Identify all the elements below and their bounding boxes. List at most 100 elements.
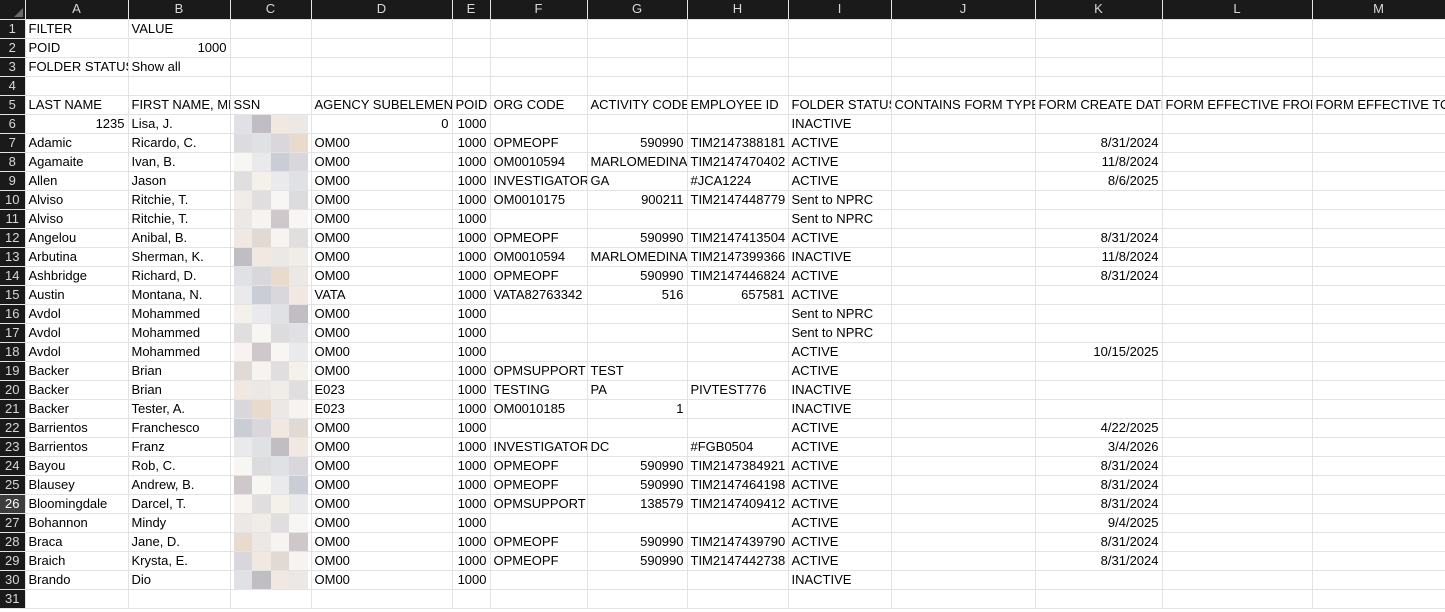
cell-a19[interactable]: Backer [25, 361, 129, 381]
cell-d24[interactable]: OM00 [311, 456, 453, 476]
cell-e12[interactable]: 1000 [452, 228, 491, 248]
cell-g23[interactable]: DC [587, 437, 688, 457]
cell-j2[interactable] [891, 38, 1036, 58]
cell-g8[interactable]: MARLOMEDINA [587, 152, 688, 172]
cell-j18[interactable] [891, 342, 1036, 362]
row-header-5[interactable]: 5 [0, 95, 26, 115]
cell-i13[interactable]: INACTIVE [788, 247, 892, 267]
row-header-10[interactable]: 10 [0, 190, 26, 210]
cell-f15[interactable]: VATA82763342 [490, 285, 588, 305]
cell-b20[interactable]: Brian [128, 380, 231, 400]
cell-g14[interactable]: 590990 [587, 266, 688, 286]
cell-c1[interactable] [230, 19, 312, 39]
cell-l1[interactable] [1162, 19, 1313, 39]
cell-i20[interactable]: INACTIVE [788, 380, 892, 400]
cell-i27[interactable]: ACTIVE [788, 513, 892, 533]
row-header-31[interactable]: 31 [0, 589, 26, 609]
cell-a12[interactable]: Angelou [25, 228, 129, 248]
cell-l5[interactable]: FORM EFFECTIVE FROM [1162, 95, 1313, 115]
row-header-13[interactable]: 13 [0, 247, 26, 267]
cell-g10[interactable]: 900211 [587, 190, 688, 210]
cell-a17[interactable]: Avdol [25, 323, 129, 343]
cell-i21[interactable]: INACTIVE [788, 399, 892, 419]
cell-m16[interactable] [1312, 304, 1445, 324]
cell-d28[interactable]: OM00 [311, 532, 453, 552]
cell-b10[interactable]: Ritchie, T. [128, 190, 231, 210]
cell-i7[interactable]: ACTIVE [788, 133, 892, 153]
cell-k25[interactable]: 8/31/2024 [1035, 475, 1163, 495]
cell-m14[interactable] [1312, 266, 1445, 286]
cell-l13[interactable] [1162, 247, 1313, 267]
cell-m13[interactable] [1312, 247, 1445, 267]
cell-f1[interactable] [490, 19, 588, 39]
row-header-1[interactable]: 1 [0, 19, 26, 39]
cell-j15[interactable] [891, 285, 1036, 305]
cell-m19[interactable] [1312, 361, 1445, 381]
cell-c2[interactable] [230, 38, 312, 58]
row-header-22[interactable]: 22 [0, 418, 26, 438]
cell-d25[interactable]: OM00 [311, 475, 453, 495]
row-header-19[interactable]: 19 [0, 361, 26, 381]
cell-j28[interactable] [891, 532, 1036, 552]
cell-b30[interactable]: Dio [128, 570, 231, 590]
cell-a5[interactable]: LAST NAME [25, 95, 129, 115]
cell-d17[interactable]: OM00 [311, 323, 453, 343]
cell-k11[interactable] [1035, 209, 1163, 229]
cell-b15[interactable]: Montana, N. [128, 285, 231, 305]
cell-a11[interactable]: Alviso [25, 209, 129, 229]
cell-l4[interactable] [1162, 76, 1313, 96]
cell-g7[interactable]: 590990 [587, 133, 688, 153]
row-header-6[interactable]: 6 [0, 114, 26, 134]
cell-m18[interactable] [1312, 342, 1445, 362]
cell-j19[interactable] [891, 361, 1036, 381]
cell-g12[interactable]: 590990 [587, 228, 688, 248]
cell-j6[interactable] [891, 114, 1036, 134]
cell-b11[interactable]: Ritchie, T. [128, 209, 231, 229]
cell-l23[interactable] [1162, 437, 1313, 457]
cell-j24[interactable] [891, 456, 1036, 476]
column-header-g[interactable]: G [587, 0, 688, 20]
cell-f11[interactable] [490, 209, 588, 229]
cell-i19[interactable]: ACTIVE [788, 361, 892, 381]
row-header-28[interactable]: 28 [0, 532, 26, 552]
cell-k7[interactable]: 8/31/2024 [1035, 133, 1163, 153]
cell-m6[interactable] [1312, 114, 1445, 134]
cell-e24[interactable]: 1000 [452, 456, 491, 476]
cell-g25[interactable]: 590990 [587, 475, 688, 495]
select-all-corner[interactable] [0, 0, 26, 20]
cell-k17[interactable] [1035, 323, 1163, 343]
column-header-c[interactable]: C [230, 0, 312, 20]
cell-e6[interactable]: 1000 [452, 114, 491, 134]
cell-m2[interactable] [1312, 38, 1445, 58]
cell-l18[interactable] [1162, 342, 1313, 362]
cell-f24[interactable]: OPMEOPF [490, 456, 588, 476]
cell-l29[interactable] [1162, 551, 1313, 571]
cell-k12[interactable]: 8/31/2024 [1035, 228, 1163, 248]
cell-d27[interactable]: OM00 [311, 513, 453, 533]
cell-j17[interactable] [891, 323, 1036, 343]
cell-b13[interactable]: Sherman, K. [128, 247, 231, 267]
cell-d21[interactable]: E023 [311, 399, 453, 419]
column-header-d[interactable]: D [311, 0, 453, 20]
cell-e9[interactable]: 1000 [452, 171, 491, 191]
cell-g29[interactable]: 590990 [587, 551, 688, 571]
row-header-17[interactable]: 17 [0, 323, 26, 343]
cell-d29[interactable]: OM00 [311, 551, 453, 571]
column-header-l[interactable]: L [1162, 0, 1313, 20]
column-header-f[interactable]: F [490, 0, 588, 20]
cell-g31[interactable] [587, 589, 688, 609]
cell-k24[interactable]: 8/31/2024 [1035, 456, 1163, 476]
cell-m3[interactable] [1312, 57, 1445, 77]
ssn-redacted-cell[interactable] [230, 228, 312, 248]
cell-e18[interactable]: 1000 [452, 342, 491, 362]
cell-f8[interactable]: OM0010594 [490, 152, 588, 172]
cell-l22[interactable] [1162, 418, 1313, 438]
ssn-redacted-cell[interactable] [230, 513, 312, 533]
cell-h20[interactable]: PIVTEST776 [687, 380, 789, 400]
cell-a16[interactable]: Avdol [25, 304, 129, 324]
cell-g11[interactable] [587, 209, 688, 229]
worksheet-grid[interactable]: ABCDEFGHIJKLM 1 FILTER VALUE 2 POID 1000 3 FOLD… [0, 0, 1445, 609]
cell-g27[interactable] [587, 513, 688, 533]
cell-j7[interactable] [891, 133, 1036, 153]
cell-f5[interactable]: ORG CODE [490, 95, 588, 115]
